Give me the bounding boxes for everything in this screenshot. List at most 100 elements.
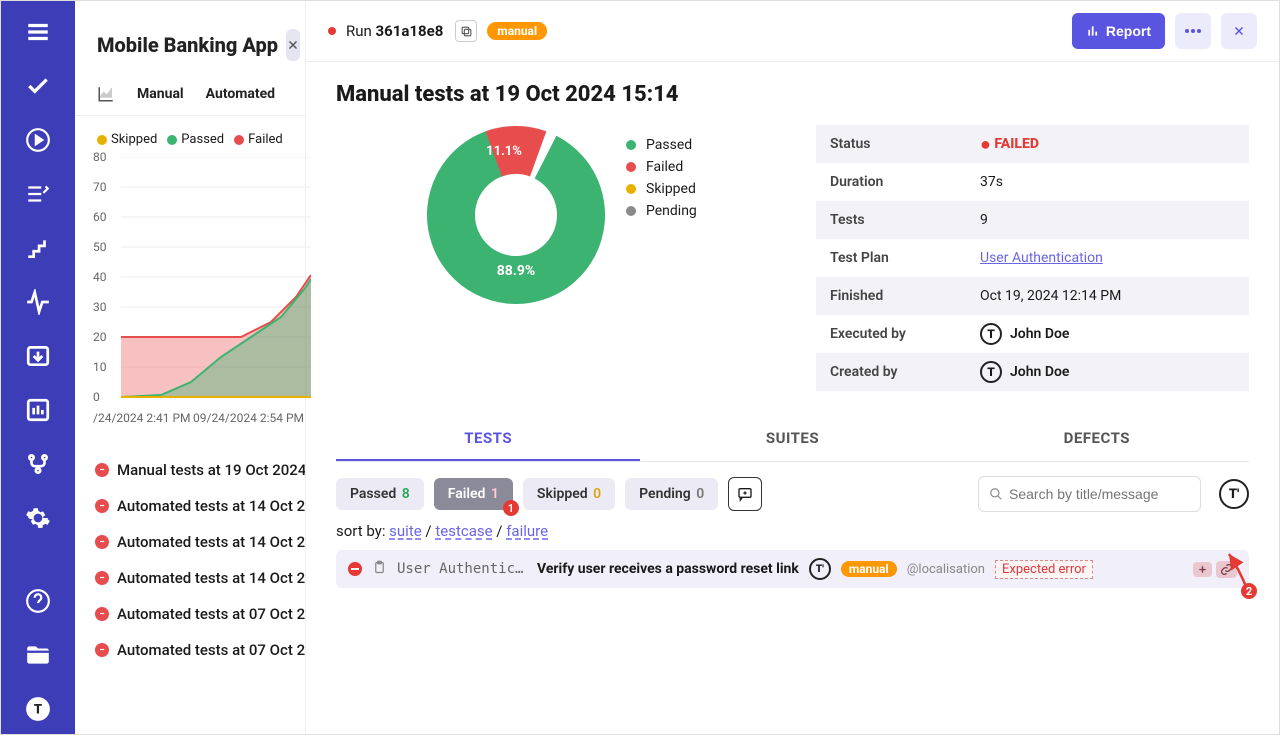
steps-icon[interactable]	[25, 235, 51, 261]
test-title: Verify user receives a password reset li…	[537, 561, 799, 577]
run-list-item[interactable]: −Automated tests at 07 Oct 2	[95, 605, 305, 623]
y-tick: 60	[93, 210, 107, 224]
tab-tests[interactable]: TESTS	[336, 419, 640, 461]
run-list-item[interactable]: −Manual tests at 19 Oct 2024	[95, 461, 305, 479]
tab-defects[interactable]: DEFECTS	[945, 419, 1249, 461]
failed-badge: 1	[503, 500, 519, 516]
check-icon[interactable]	[25, 73, 51, 99]
filter-skipped[interactable]: Skipped 0	[523, 478, 615, 510]
x-tick: 09/24/2024 2:54 PM	[193, 411, 304, 425]
sort-suite[interactable]: suite	[389, 522, 422, 540]
results-donut-chart: 88.9% 11.1%	[426, 125, 606, 305]
sidebar-trend-chart: 0 10 20 30 40 50 60 70 80 /24/2	[93, 157, 305, 407]
activity-icon[interactable]	[25, 289, 51, 315]
run-item-label: Automated tests at 14 Oct 2	[117, 569, 305, 587]
result-tabs: TESTS SUITES DEFECTS	[336, 419, 1249, 462]
legend-label: Passed	[646, 137, 692, 153]
area-chart-icon[interactable]	[97, 85, 115, 103]
y-tick: 40	[93, 270, 107, 284]
bar-chart-icon[interactable]	[25, 397, 51, 423]
user-avatar-icon: T	[980, 323, 1002, 345]
main-panel: Run 361a18e8 manual Report Manual tests …	[306, 1, 1279, 734]
brand-round-icon[interactable]: T'	[1219, 479, 1249, 509]
search-input[interactable]	[1009, 486, 1190, 502]
search-box[interactable]	[978, 476, 1201, 512]
more-button[interactable]	[1175, 13, 1211, 49]
info-row-duration: Duration37s	[816, 163, 1249, 201]
user-avatar-icon: T	[980, 361, 1002, 383]
page-title: Manual tests at 19 Oct 2024 15:14	[336, 82, 1249, 107]
nav-rail: T	[1, 1, 75, 734]
info-row-finished: FinishedOct 19, 2024 12:14 PM	[816, 277, 1249, 315]
project-title: Mobile Banking App	[97, 33, 278, 57]
y-tick: 10	[93, 360, 107, 374]
sidebar: Mobile Banking App Manual Automated Skip…	[75, 1, 306, 734]
donut-passed-label: 88.9%	[497, 263, 536, 279]
run-list-item[interactable]: −Automated tests at 14 Oct 2	[95, 569, 305, 587]
run-list-item[interactable]: −Automated tests at 14 Oct 2	[95, 497, 305, 515]
legend-failed: Failed	[248, 132, 283, 147]
sort-by: sort by: suite / testcase / failure	[336, 522, 1249, 540]
sort-failure[interactable]: failure	[506, 522, 548, 540]
info-row-tests: Tests9	[816, 201, 1249, 239]
run-info-table: Status● FAILED Duration37s Tests9 Test P…	[816, 125, 1249, 391]
search-icon	[989, 487, 1003, 501]
help-icon[interactable]	[25, 588, 51, 614]
fail-status-icon	[348, 562, 362, 576]
legend-passed: Passed	[181, 132, 224, 147]
folder-icon[interactable]	[25, 642, 51, 668]
donut-legend: Passed Failed Skipped Pending	[626, 125, 697, 219]
clipboard-icon	[372, 560, 387, 579]
run-item-label: Automated tests at 07 Oct 2	[117, 641, 305, 659]
run-id-label: Run 361a18e8	[346, 22, 443, 40]
y-tick: 20	[93, 330, 107, 344]
filter-failed[interactable]: Failed 11	[434, 478, 513, 510]
test-plan-link[interactable]: User Authentication	[980, 250, 1103, 266]
status-dot-icon	[328, 27, 336, 35]
info-row-testplan: Test PlanUser Authentication	[816, 239, 1249, 277]
topbar: Run 361a18e8 manual Report	[306, 1, 1279, 62]
play-circle-icon[interactable]	[25, 127, 51, 153]
tab-suites[interactable]: SUITES	[640, 419, 944, 461]
manual-badge-small: manual	[841, 561, 897, 577]
filter-passed[interactable]: Passed 8	[336, 478, 424, 510]
run-list-item[interactable]: −Automated tests at 07 Oct 2	[95, 641, 305, 659]
add-link-button[interactable]	[1193, 562, 1212, 577]
run-item-label: Automated tests at 14 Oct 2	[117, 497, 305, 515]
manual-badge: manual	[487, 22, 547, 40]
y-tick: 30	[93, 300, 107, 314]
test-tag: @localisation	[907, 562, 985, 577]
link-icon[interactable]	[1216, 561, 1237, 578]
legend-label: Failed	[646, 159, 683, 175]
sidebar-tab-automated[interactable]: Automated	[206, 86, 275, 102]
close-button[interactable]	[1221, 13, 1257, 49]
checklist-icon[interactable]	[25, 181, 51, 207]
menu-icon[interactable]	[25, 19, 51, 45]
y-tick: 80	[93, 150, 107, 164]
y-tick: 70	[93, 180, 107, 194]
sidebar-chart-legend: Skipped Passed Failed	[75, 116, 305, 153]
test-result-row[interactable]: User Authentica… Verify user receives a …	[336, 550, 1249, 588]
error-tag: Expected error	[995, 560, 1093, 579]
brand-mini-icon: T'	[809, 558, 831, 580]
sort-testcase[interactable]: testcase	[435, 522, 492, 540]
info-row-executedby: Executed byTJohn Doe	[816, 315, 1249, 353]
sidebar-tab-manual[interactable]: Manual	[137, 86, 184, 102]
branch-icon[interactable]	[25, 451, 51, 477]
gear-icon[interactable]	[25, 505, 51, 531]
legend-label: Pending	[646, 203, 697, 219]
info-row-status: Status● FAILED	[816, 125, 1249, 163]
test-suite-name: User Authentica…	[397, 561, 527, 577]
add-comment-button[interactable]	[728, 477, 762, 511]
donut-failed-label: 11.1%	[486, 144, 522, 159]
legend-skipped: Skipped	[111, 132, 157, 147]
y-tick: 50	[93, 240, 107, 254]
copy-button[interactable]	[455, 20, 477, 42]
import-icon[interactable]	[25, 343, 51, 369]
sidebar-close-button[interactable]	[286, 29, 300, 61]
report-button[interactable]: Report	[1072, 13, 1165, 49]
run-list-item[interactable]: −Automated tests at 14 Oct 2	[95, 533, 305, 551]
brand-logo-icon[interactable]: T	[25, 696, 51, 722]
info-row-createdby: Created byTJohn Doe	[816, 353, 1249, 391]
filter-pending[interactable]: Pending 0	[625, 478, 718, 510]
